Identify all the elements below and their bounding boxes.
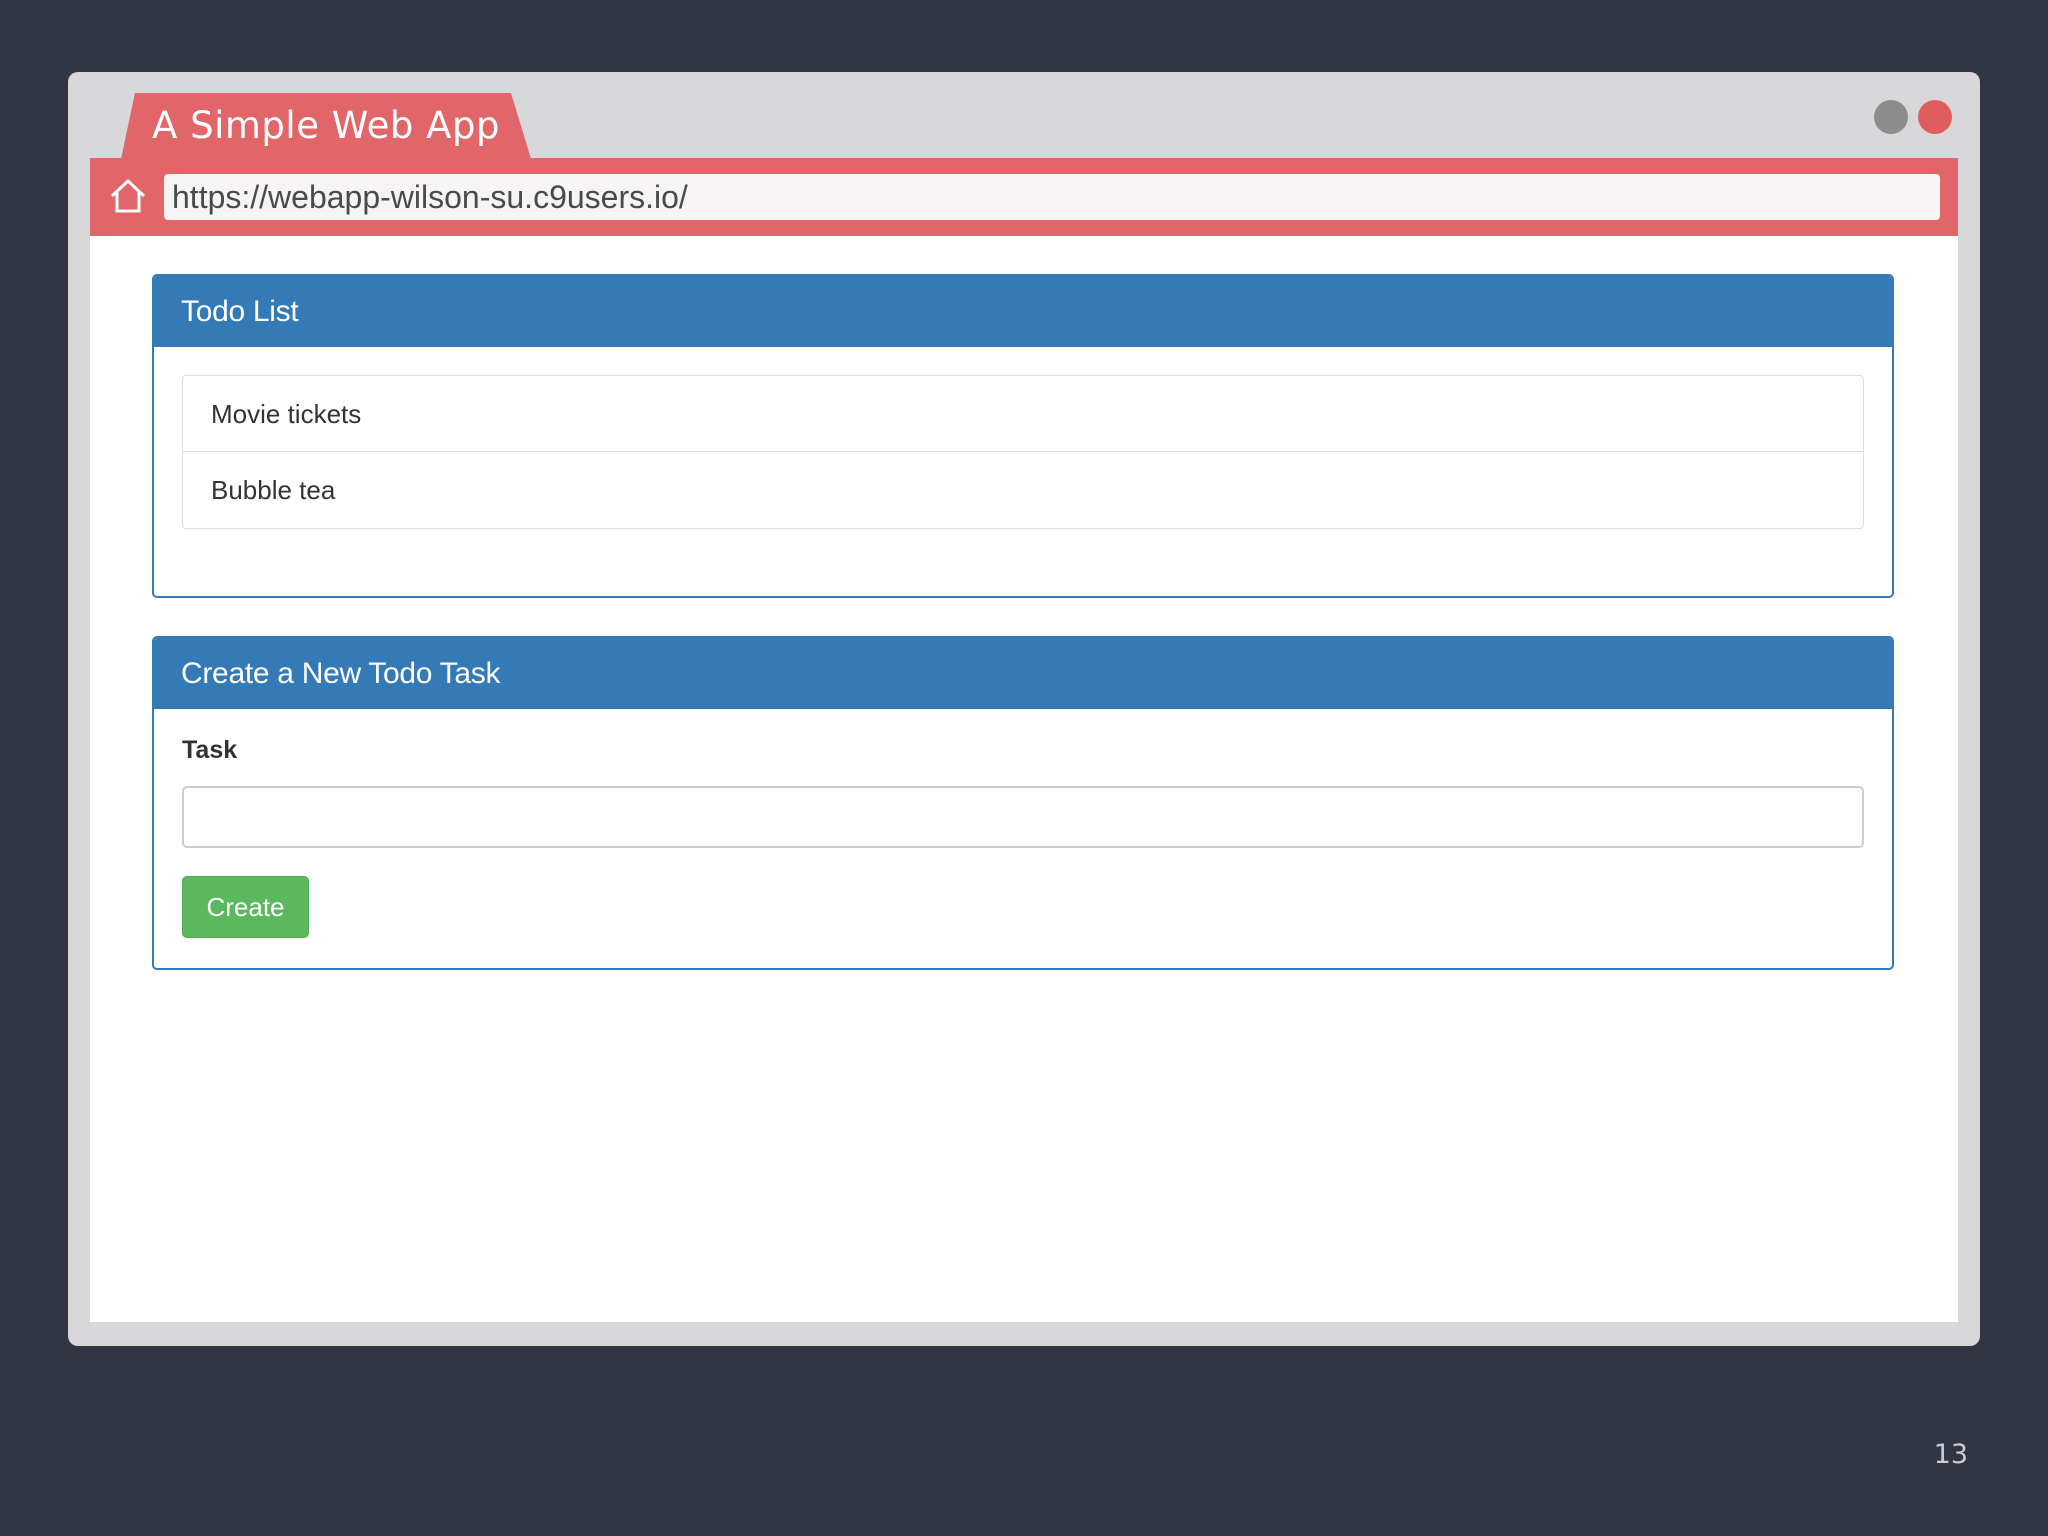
slide-page-number: 13: [1933, 1439, 1968, 1470]
home-icon[interactable]: [108, 176, 148, 216]
create-button[interactable]: Create: [182, 876, 309, 938]
address-bar: https://webapp-wilson-su.c9users.io/: [90, 158, 1958, 236]
todo-list-heading: Todo List: [154, 276, 1892, 347]
list-item[interactable]: Bubble tea: [183, 452, 1863, 528]
browser-window: A Simple Web App https://webapp-wilson-s…: [68, 72, 1980, 1346]
minimize-button[interactable]: [1874, 100, 1908, 134]
page-content: Todo List Movie tickets Bubble tea Creat…: [90, 236, 1958, 1322]
url-field[interactable]: https://webapp-wilson-su.c9users.io/: [164, 174, 1940, 220]
window-controls: [1874, 100, 1952, 134]
task-input[interactable]: [182, 786, 1864, 848]
todo-list: Movie tickets Bubble tea: [182, 375, 1864, 529]
todo-list-panel: Todo List Movie tickets Bubble tea: [152, 274, 1894, 598]
create-task-panel: Create a New Todo Task Task Create: [152, 636, 1894, 970]
create-task-heading: Create a New Todo Task: [154, 638, 1892, 709]
list-item[interactable]: Movie tickets: [183, 376, 1863, 452]
browser-tab[interactable]: A Simple Web App: [121, 93, 531, 159]
close-button[interactable]: [1918, 100, 1952, 134]
tab-title: A Simple Web App: [152, 104, 500, 147]
task-label: Task: [182, 736, 238, 764]
